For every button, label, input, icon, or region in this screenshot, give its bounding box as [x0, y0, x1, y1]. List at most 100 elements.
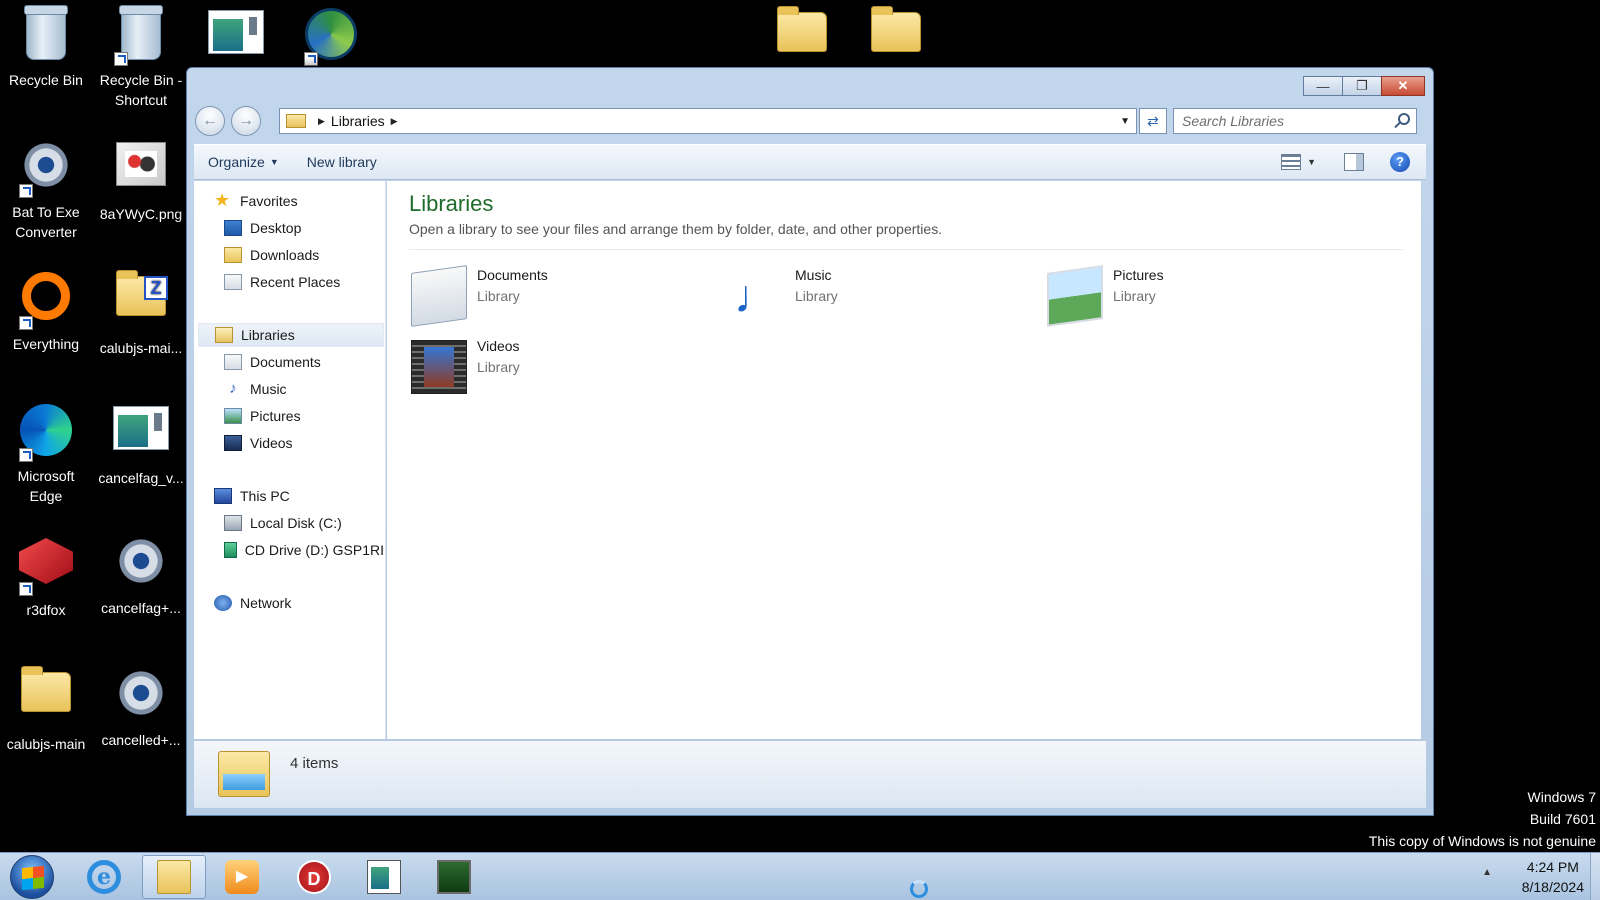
downloads-folder-icon: [224, 247, 242, 263]
search-box[interactable]: [1173, 108, 1417, 134]
desktop-icon-folder[interactable]: [850, 2, 942, 74]
tile-type: Library: [477, 288, 520, 304]
taskbar-monitor-app[interactable]: [422, 855, 486, 899]
desktop-icon-calubjs-main[interactable]: calubjs-main: [0, 662, 92, 754]
nav-cd-drive[interactable]: CD Drive (D:) GSP1RI: [224, 538, 384, 562]
recycle-bin-icon: [24, 5, 68, 60]
nav-label: Libraries: [241, 327, 295, 343]
music-note-icon: ♪: [224, 381, 242, 397]
search-icon[interactable]: [1398, 113, 1410, 125]
nav-recent-places[interactable]: Recent Places: [224, 270, 340, 294]
breadcrumb-separator-icon[interactable]: ▶: [318, 116, 325, 127]
music-library-icon: ♩: [734, 270, 780, 322]
divider: [409, 249, 1403, 250]
desktop-icon-label: Bat To Exe Converter: [12, 204, 80, 240]
pictures-icon: [224, 408, 242, 424]
shortcut-arrow-icon: [304, 52, 318, 66]
search-input[interactable]: [1174, 109, 1374, 133]
nav-label: Desktop: [250, 220, 302, 236]
taskbar-red-app[interactable]: D: [282, 855, 346, 899]
back-button[interactable]: ←: [195, 106, 225, 136]
nav-desktop[interactable]: Desktop: [224, 216, 301, 240]
library-tile-music[interactable]: ♩ Music Library: [727, 265, 1017, 327]
nav-music[interactable]: ♪ Music: [224, 377, 287, 401]
taskbar-document-viewer[interactable]: [352, 855, 416, 899]
content-pane: Libraries Open a library to see your fil…: [387, 181, 1421, 739]
nav-network[interactable]: Network: [214, 591, 291, 615]
address-dropdown-icon[interactable]: ▼: [1120, 116, 1130, 127]
red-d-app-icon: D: [297, 860, 331, 894]
star-icon: ★: [214, 190, 231, 210]
close-button[interactable]: ✕: [1381, 76, 1425, 96]
folder-icon: [871, 6, 921, 52]
minimize-button[interactable]: —: [1303, 76, 1343, 96]
shortcut-arrow-icon: [19, 582, 33, 596]
desktop-icon-label: r3dfox: [26, 602, 66, 618]
library-tile-videos[interactable]: Videos Library: [409, 336, 699, 398]
nav-libraries[interactable]: Libraries: [198, 323, 384, 347]
nav-favorites[interactable]: ★ Favorites: [214, 189, 298, 213]
desktop-icon-recycle-bin-shortcut[interactable]: Recycle Bin - Shortcut: [95, 2, 187, 110]
tile-type: Library: [477, 359, 520, 375]
desktop-icon-png[interactable]: 8aYWyC.png: [95, 134, 187, 224]
shortcut-arrow-icon: [19, 316, 33, 330]
navigation-bar: ← → ▶ Libraries ▶ ▼ ⇄: [195, 104, 1425, 136]
back-arrow-icon: ←: [202, 112, 218, 129]
nav-documents[interactable]: Documents: [224, 350, 321, 374]
desktop-icon-cancelfag-v[interactable]: cancelfag_v...: [95, 398, 187, 488]
desktop-icon-label: calubjs-main: [6, 736, 86, 752]
desktop-icon-bat-to-exe[interactable]: Bat To Exe Converter: [0, 134, 92, 242]
chevron-down-icon[interactable]: ▼: [1307, 157, 1316, 167]
nav-local-disk[interactable]: Local Disk (C:): [224, 511, 342, 535]
desktop-icon-calubjs-zip[interactable]: Z calubjs-mai...: [95, 266, 187, 358]
gear-icon: [21, 140, 71, 190]
nav-label: Favorites: [240, 193, 298, 209]
breadcrumb-separator-icon[interactable]: ▶: [391, 116, 398, 127]
nav-pictures[interactable]: Pictures: [224, 404, 301, 428]
desktop-icon-r3dfox[interactable]: r3dfox: [0, 530, 92, 620]
libraries-folder-icon: [218, 751, 270, 797]
nav-videos[interactable]: Videos: [224, 431, 293, 455]
taskbar-internet-explorer[interactable]: e: [72, 855, 136, 899]
documents-library-icon: [411, 265, 467, 327]
taskbar-media-player[interactable]: ▶: [210, 855, 274, 899]
nav-label: Recent Places: [250, 274, 341, 290]
nav-downloads[interactable]: Downloads: [224, 243, 319, 267]
show-desktop-button[interactable]: [1590, 853, 1600, 900]
preview-pane-icon[interactable]: [1344, 153, 1364, 171]
details-pane: 4 items: [194, 740, 1426, 808]
library-tile-pictures[interactable]: Pictures Library: [1045, 265, 1335, 327]
tile-name: Music: [795, 267, 832, 283]
desktop-icon-recycle-bin[interactable]: Recycle Bin: [0, 2, 92, 90]
maximize-button[interactable]: ❐: [1342, 76, 1382, 96]
clock[interactable]: 4:24 PM 8/18/2024: [1522, 857, 1584, 897]
desktop-icon-cancelled-plus[interactable]: cancelled+...: [95, 662, 187, 750]
nav-label: Downloads: [250, 247, 320, 263]
image-file-icon: [116, 142, 166, 186]
desktop-icon-everything[interactable]: Everything: [0, 266, 92, 354]
help-icon[interactable]: ?: [1390, 152, 1410, 172]
desktop-icon-globe-search[interactable]: [285, 2, 377, 70]
desktop-icon-edge[interactable]: Microsoft Edge: [0, 398, 92, 506]
taskbar-file-explorer[interactable]: [142, 855, 206, 899]
forward-button[interactable]: →: [231, 106, 261, 136]
desktop-icon-cancelfag-plus[interactable]: cancelfag+...: [95, 530, 187, 618]
library-tile-documents[interactable]: Documents Library: [409, 265, 699, 327]
new-library-button[interactable]: New library: [293, 145, 391, 179]
change-view-icon[interactable]: [1281, 154, 1302, 170]
breadcrumb-libraries[interactable]: Libraries: [331, 113, 385, 129]
document-view-icon: [113, 406, 169, 450]
gear-icon: [116, 536, 166, 586]
organize-button[interactable]: Organize ▼: [194, 145, 293, 179]
desktop-icon-label: Everything: [12, 336, 80, 352]
refresh-button[interactable]: ⇄: [1139, 108, 1167, 134]
nav-label: CD Drive (D:) GSP1RI: [244, 542, 384, 558]
desktop-icon-dataview[interactable]: [190, 2, 282, 72]
nav-label: Local Disk (C:): [250, 515, 342, 531]
show-hidden-icons-chevron-icon[interactable]: ▲: [1482, 867, 1492, 878]
start-button[interactable]: [10, 855, 54, 899]
windows-version-text: Windows 7: [1527, 789, 1596, 805]
desktop-icon-zip-folder[interactable]: [756, 2, 848, 74]
nav-this-pc[interactable]: This PC: [214, 484, 290, 508]
address-bar[interactable]: ▶ Libraries ▶ ▼: [279, 108, 1137, 134]
